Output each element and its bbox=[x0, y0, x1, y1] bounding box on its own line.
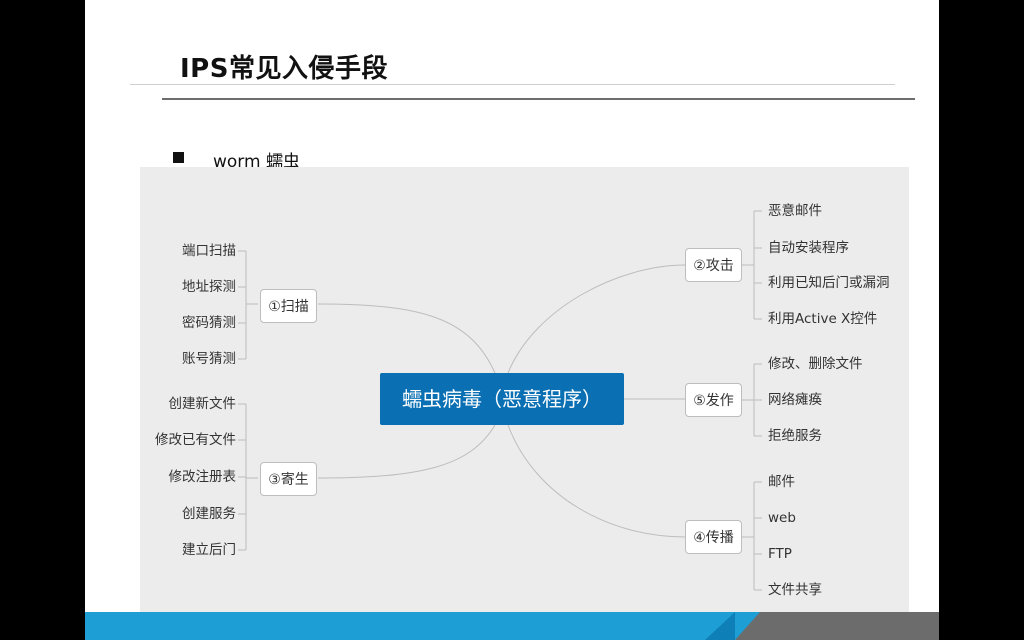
leaf-parasite-new-file: 创建新文件 bbox=[168, 396, 237, 412]
connector-center-parasite bbox=[317, 424, 496, 479]
mindmap-diagram: 蠕虫病毒（恶意程序） ①扫描 ③寄生 ②攻击 ⑤发作 ④传播 端口扫描 地址探测… bbox=[140, 167, 909, 613]
bracket-spread bbox=[742, 481, 762, 591]
leaf-scan-account: 账号猜测 bbox=[182, 351, 236, 367]
leaf-scan-port: 端口扫描 bbox=[182, 243, 236, 259]
connector-center-attack bbox=[507, 264, 686, 374]
title-underline-dark bbox=[162, 98, 915, 100]
leaf-parasite-service: 创建服务 bbox=[182, 506, 236, 522]
leaf-trigger-network: 网络瘫痪 bbox=[768, 392, 822, 408]
leaf-spread-file-share: 文件共享 bbox=[768, 582, 822, 598]
branch-node-attack: ②攻击 bbox=[685, 248, 742, 282]
slide-title: IPS常见入侵手段 bbox=[180, 54, 388, 84]
center-node: 蠕虫病毒（恶意程序） bbox=[380, 373, 624, 425]
leaf-spread-mail: 邮件 bbox=[768, 474, 795, 490]
leaf-trigger-dos: 拒绝服务 bbox=[768, 428, 822, 444]
leaf-attack-mail: 恶意邮件 bbox=[768, 203, 822, 219]
leaf-scan-password: 密码猜测 bbox=[182, 315, 236, 331]
leaf-attack-auto-install: 自动安装程序 bbox=[768, 240, 849, 256]
connector-center-scan bbox=[317, 303, 496, 374]
bracket-attack bbox=[742, 210, 762, 320]
footer-accent-dark-blue bbox=[705, 612, 735, 640]
leaf-spread-web: web bbox=[768, 510, 796, 526]
bracket-scan bbox=[238, 250, 258, 360]
leaf-parasite-backdoor: 建立后门 bbox=[182, 542, 236, 558]
leaf-attack-exploit: 利用已知后门或漏洞 bbox=[768, 275, 890, 291]
branch-node-parasite: ③寄生 bbox=[260, 462, 317, 496]
leaf-trigger-delete: 修改、删除文件 bbox=[768, 356, 863, 372]
branch-node-trigger: ⑤发作 bbox=[685, 383, 742, 417]
branch-node-scan: ①扫描 bbox=[260, 289, 317, 323]
title-underline-light bbox=[130, 84, 895, 85]
bracket-parasite bbox=[238, 403, 258, 551]
connector-center-spread bbox=[507, 424, 686, 538]
leaf-scan-address: 地址探测 bbox=[182, 279, 236, 295]
leaf-parasite-registry: 修改注册表 bbox=[168, 469, 237, 485]
leaf-parasite-modify-file: 修改已有文件 bbox=[155, 432, 236, 448]
bracket-trigger bbox=[742, 363, 762, 437]
leaf-spread-ftp: FTP bbox=[768, 546, 792, 562]
leaf-attack-activex: 利用Active X控件 bbox=[768, 311, 878, 327]
branch-node-spread: ④传播 bbox=[685, 520, 742, 554]
footer-accent-gray bbox=[735, 612, 939, 640]
bullet-square-icon bbox=[173, 152, 184, 163]
slide: IPS常见入侵手段 worm 蠕虫 蠕虫病毒（恶意程序） ①扫描 ③寄生 ②攻击… bbox=[85, 0, 939, 640]
